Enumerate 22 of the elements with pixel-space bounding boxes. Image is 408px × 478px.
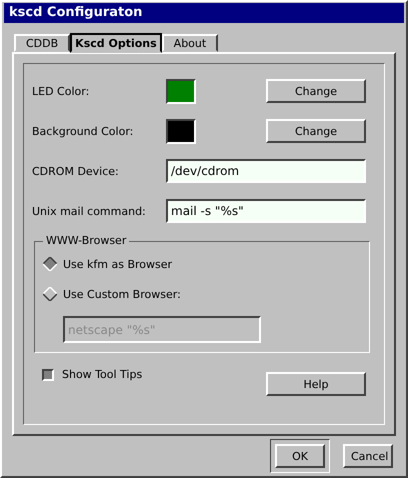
- input-field[interactable]: /dev/cdrom: [166, 159, 366, 183]
- radio-button[interactable]: [43, 287, 57, 301]
- group-title: WWW-Browser: [43, 234, 130, 247]
- field-label: Unix mail command:: [32, 204, 147, 218]
- field-label: LED Color:: [32, 84, 90, 98]
- change-button[interactable]: Change: [266, 119, 366, 143]
- radio-label: Use kfm as Browser: [63, 258, 172, 270]
- tab[interactable]: CDDB: [14, 34, 70, 52]
- dialog-button[interactable]: Cancel: [343, 444, 393, 468]
- checkbox-label: Show Tool Tips: [62, 368, 142, 381]
- radio-button[interactable]: [43, 257, 57, 271]
- help-button[interactable]: Help: [266, 372, 366, 396]
- field-label: Background Color:: [32, 124, 134, 138]
- window-title: kscd Configuraton: [4, 3, 404, 23]
- dialog-button[interactable]: OK: [275, 444, 325, 468]
- radio-label: Use Custom Browser:: [63, 288, 181, 300]
- field-label: CDROM Device:: [32, 164, 120, 178]
- tab[interactable]: About: [162, 34, 218, 52]
- tab[interactable]: Kscd Options: [70, 33, 162, 53]
- input-field[interactable]: mail -s "%s": [166, 199, 366, 223]
- checkbox[interactable]: [42, 368, 54, 380]
- change-button[interactable]: Change: [266, 79, 366, 103]
